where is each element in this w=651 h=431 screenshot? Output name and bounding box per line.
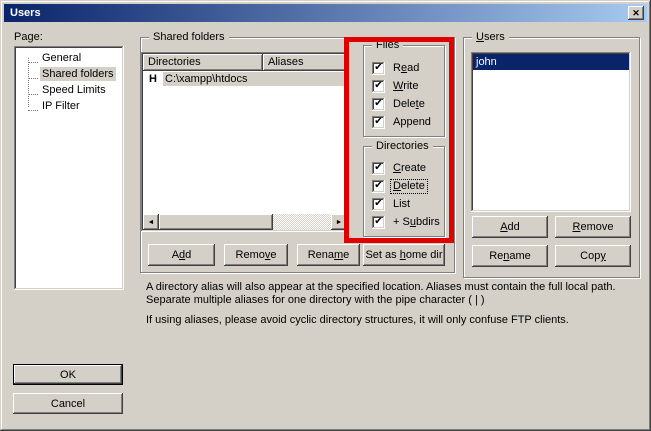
checkbox-box[interactable]: ✔ [372,180,385,193]
ok-button[interactable]: OK [13,364,123,385]
list-header: Directories Aliases [143,54,347,71]
files-group-label: Files [372,39,403,51]
checkbox-files-read[interactable]: ✔ Read [372,61,421,75]
tree-stub-icon [28,70,38,79]
page-item-shared-folders[interactable]: Shared folders [16,66,122,82]
checkbox-box[interactable]: ✔ [372,80,385,93]
user-item-john[interactable]: john [473,54,629,70]
set-as-home-dir-button[interactable]: Set as home dir [363,244,445,266]
shared-folder-row[interactable]: H C:\xampp\htdocs [143,71,347,87]
tree-stub-icon [28,102,38,111]
tree-stub-icon [28,54,38,63]
users-list: john [471,52,631,212]
checkbox-box[interactable]: ✔ [372,62,385,75]
checkbox-dirs-subdirs[interactable]: ✔ + Subdirs [372,215,442,229]
check-icon: ✔ [374,217,382,227]
checkbox-files-append[interactable]: ✔ Append [372,115,433,129]
checkbox-box[interactable]: ✔ [372,198,385,211]
directories-group-label: Directories [372,140,433,152]
scroll-left-button[interactable]: ◄ [143,214,159,230]
scroll-right-icon: ► [336,219,343,226]
shared-folders-list: Directories Aliases H C:\xampp\htdocs ◄ … [141,52,349,232]
alias-note-2: If using aliases, please avoid cyclic di… [146,314,646,327]
directory-cell: C:\xampp\htdocs [163,72,347,86]
check-icon: ✔ [374,199,382,209]
checkbox-dirs-delete[interactable]: ✔ Delete [372,179,427,193]
check-icon: ✔ [374,163,382,173]
rename-user-button[interactable]: Rename [472,245,548,267]
page-tree: General Shared folders Speed Limits IP F… [14,46,124,290]
window-title: Users [10,7,41,19]
close-icon: ✕ [632,7,640,19]
remove-folder-button[interactable]: Remove [224,244,288,266]
checkbox-box[interactable]: ✔ [372,216,385,229]
scroll-left-icon: ◄ [148,219,155,226]
tree-stub-icon [28,86,38,95]
scrollbar-thumb[interactable] [159,214,273,230]
check-icon: ✔ [374,117,382,127]
horizontal-scrollbar[interactable]: ◄ ► [143,214,347,230]
rename-folder-button[interactable]: Rename [297,244,360,266]
add-folder-button[interactable]: Add [148,244,215,266]
title-bar: Users [4,4,647,22]
checkbox-box[interactable]: ✔ [372,98,385,111]
check-icon: ✔ [374,63,382,73]
column-header-directories[interactable]: Directories [143,54,263,71]
checkbox-files-delete[interactable]: ✔ Delete [372,97,427,111]
remove-user-button[interactable]: Remove [555,216,631,238]
checkbox-files-write[interactable]: ✔ Write [372,79,420,93]
alias-notes: A directory alias will also appear at th… [146,281,646,327]
close-button[interactable]: ✕ [628,6,644,20]
page-label: Page: [14,31,43,43]
alias-note-1: A directory alias will also appear at th… [146,281,646,307]
shared-folders-group-label: Shared folders [149,31,229,43]
copy-user-button[interactable]: Copy [555,245,631,267]
home-marker: H [143,73,163,85]
check-icon: ✔ [374,181,382,191]
check-icon: ✔ [374,81,382,91]
page-item-general[interactable]: General [16,50,122,66]
page-item-ip-filter[interactable]: IP Filter [16,98,122,114]
checkbox-dirs-list[interactable]: ✔ List [372,197,412,211]
checkbox-box[interactable]: ✔ [372,162,385,175]
checkbox-dirs-create[interactable]: ✔ Create [372,161,428,175]
scroll-right-button[interactable]: ► [331,214,347,230]
files-group: Files ✔ Read ✔ Write ✔ Delete ✔ Append [363,45,445,137]
page-item-speed-limits[interactable]: Speed Limits [16,82,122,98]
users-group-label: Users [472,31,509,43]
cancel-button[interactable]: Cancel [13,393,123,414]
directories-group: Directories ✔ Create ✔ Delete ✔ List ✔ +… [363,146,445,237]
users-dialog: Users ✕ Page: General Shared folders Spe… [0,0,651,431]
checkbox-box[interactable]: ✔ [372,116,385,129]
add-user-button[interactable]: Add [472,216,548,238]
column-header-aliases[interactable]: Aliases [263,54,347,71]
check-icon: ✔ [374,99,382,109]
